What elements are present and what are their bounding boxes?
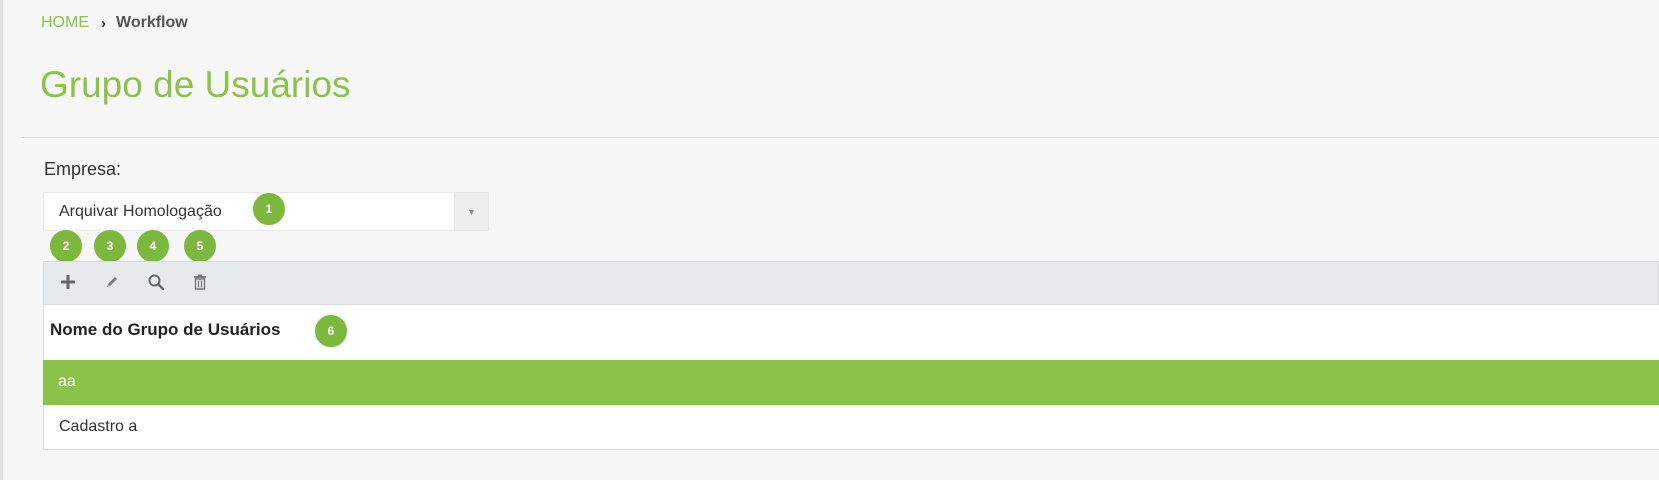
breadcrumb-home-link[interactable]: HOME — [41, 14, 89, 32]
left-border — [0, 0, 3, 480]
step-marker-6: 6 — [313, 313, 349, 349]
table-row[interactable]: Cadastro a — [43, 405, 1659, 450]
column-header-label: Nome do Grupo de Usuários — [50, 320, 281, 339]
delete-button[interactable] — [188, 272, 212, 296]
breadcrumb: HOME › Workflow — [41, 14, 188, 32]
search-button[interactable] — [144, 272, 168, 296]
page-title: Grupo de Usuários — [40, 64, 351, 105]
header-divider — [22, 137, 1659, 138]
company-label: Empresa: — [44, 159, 122, 179]
add-button[interactable] — [56, 272, 80, 296]
step-marker-1: 1 — [251, 191, 287, 227]
pencil-icon — [104, 274, 120, 295]
trash-icon — [193, 274, 207, 295]
row-cell: aa — [58, 373, 76, 390]
edit-button[interactable] — [100, 272, 124, 296]
grid-column-header[interactable]: Nome do Grupo de Usuários — [43, 305, 1659, 360]
breadcrumb-current: Workflow — [116, 14, 188, 31]
row-cell: Cadastro a — [59, 418, 138, 435]
chevron-down-icon[interactable]: ▼ — [454, 193, 488, 230]
grid-toolbar — [43, 261, 1659, 305]
table-row[interactable]: aa — [43, 360, 1659, 405]
company-select-value: Arquivar Homologação — [59, 203, 222, 220]
step-marker-5: 5 — [182, 228, 218, 264]
breadcrumb-separator: › — [101, 14, 106, 32]
step-marker-4: 4 — [135, 228, 171, 264]
plus-icon — [60, 274, 76, 295]
step-marker-2: 2 — [48, 228, 84, 264]
search-icon — [147, 273, 165, 296]
step-marker-3: 3 — [92, 228, 128, 264]
